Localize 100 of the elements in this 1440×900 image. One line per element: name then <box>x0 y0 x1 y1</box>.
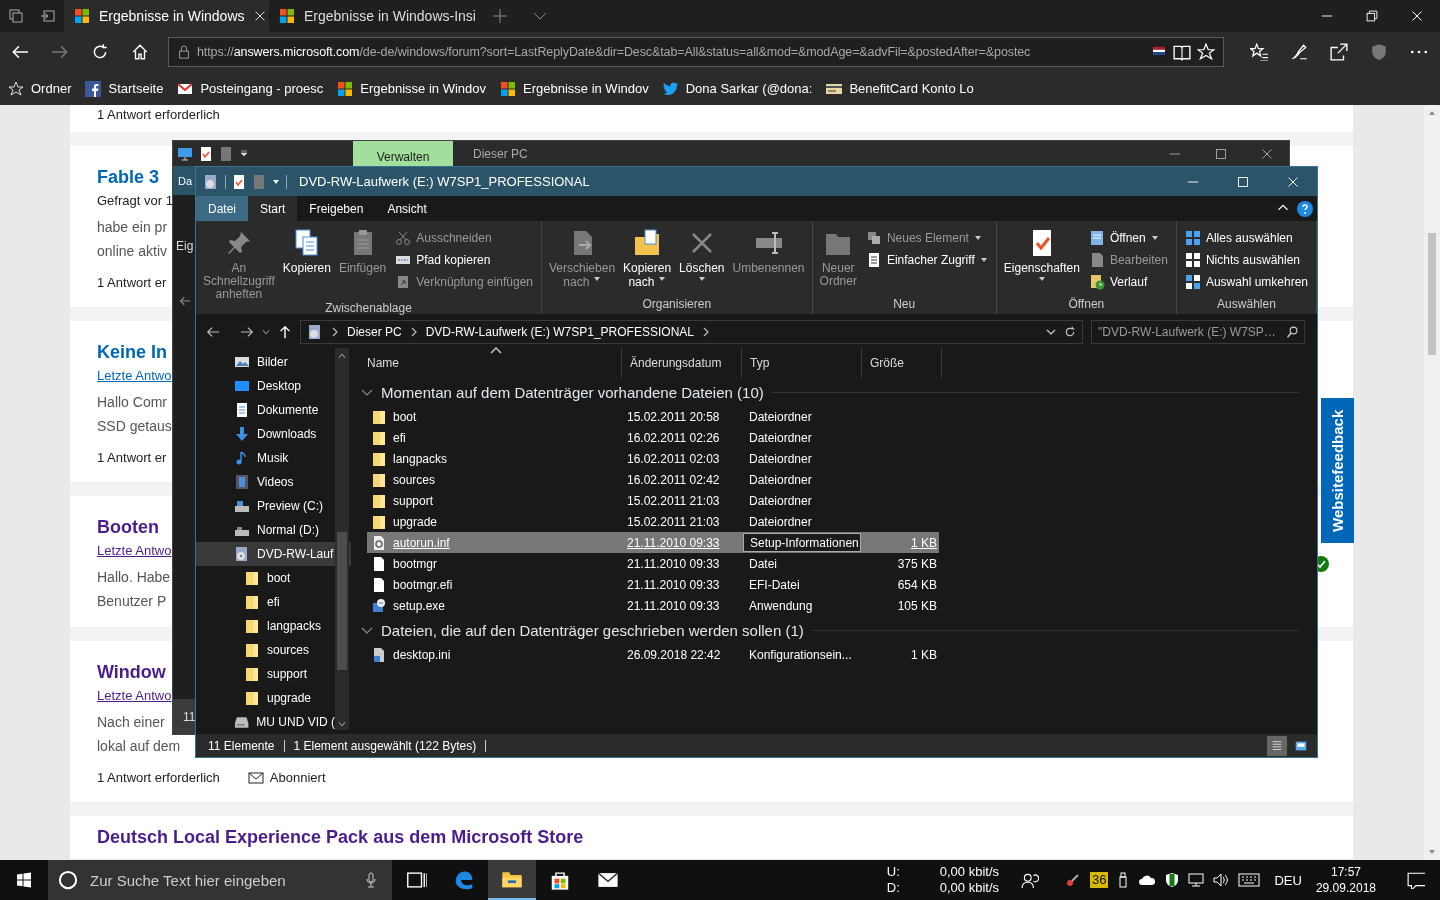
caret-icon[interactable] <box>1037 275 1046 283</box>
ribbon-tab[interactable]: Datei <box>196 196 248 221</box>
forward-icon[interactable] <box>240 325 254 339</box>
favorite-link[interactable]: Ordner <box>8 80 72 97</box>
home-icon[interactable] <box>131 43 149 61</box>
file-row[interactable]: langpacks 16.02.2011 02:03 Dateiordner <box>367 448 939 469</box>
notification-icon[interactable] <box>1407 871 1425 889</box>
scrollbar-thumb[interactable] <box>337 532 347 670</box>
nav-item[interactable]: Dokumente <box>196 398 335 422</box>
volume-icon[interactable] <box>1213 872 1230 888</box>
people-icon[interactable] <box>1021 871 1039 889</box>
ribbon-tab[interactable]: Start <box>248 196 298 221</box>
ribbon-tab[interactable]: Da <box>173 166 196 195</box>
file-row[interactable]: setup.exe 21.11.2010 09:33 Anwendung 105 KB <box>367 595 939 616</box>
nav-item[interactable]: sources <box>196 638 335 662</box>
microphone-icon[interactable] <box>364 872 378 888</box>
scrollbar[interactable] <box>1424 105 1440 860</box>
ribbon-button[interactable]: Kopieren <box>279 227 334 301</box>
nav-item[interactable]: Videos <box>196 470 335 494</box>
ribbon-tab[interactable]: Ansicht <box>375 196 439 221</box>
browser-tab[interactable]: Ergebnisse in Windows <box>64 0 269 32</box>
nav-item[interactable]: Bilder <box>196 350 335 374</box>
nav-item[interactable]: Desktop <box>196 374 335 398</box>
question-title-link[interactable]: Deutsch Local Experience Pack aus dem Microsoft Store <box>97 825 584 849</box>
ribbon-button[interactable]: Nichts auswählen <box>1184 252 1308 268</box>
search-icon[interactable] <box>1286 326 1298 338</box>
file-row[interactable]: efi 16.02.2011 02:26 Dateiordner <box>367 427 939 448</box>
back-icon[interactable] <box>11 43 29 61</box>
ribbon-button[interactable]: Einfacher Zugriff <box>865 252 988 268</box>
scroll-down-icon[interactable] <box>338 720 346 728</box>
breadcrumb-item[interactable]: Dieser PC <box>347 325 402 339</box>
favorite-link[interactable]: Ergebnisse in Windov <box>337 80 486 97</box>
taskbar-app[interactable] <box>488 860 536 900</box>
caret-icon[interactable] <box>1150 234 1159 242</box>
browser-tab[interactable]: Ergebnisse in Windows-Insi <box>269 0 474 32</box>
scroll-up-icon[interactable] <box>1428 109 1436 117</box>
question-title-link[interactable]: Fable 3 <box>97 165 160 189</box>
feedback-tab[interactable]: Websitefeedback <box>1321 398 1354 543</box>
column-header[interactable]: Name <box>359 348 622 378</box>
search-field[interactable]: "DVD-RW-Laufwerk (E:) W7SP… <box>1091 320 1305 344</box>
maximize-icon[interactable] <box>1215 147 1227 160</box>
file-row[interactable]: support 15.02.2011 21:03 Dateiordner <box>367 490 939 511</box>
reading-view-icon[interactable] <box>1173 43 1191 61</box>
nav-item[interactable]: Downloads <box>196 422 335 446</box>
caret-icon[interactable] <box>697 275 706 283</box>
ribbon-button[interactable]: Löschen <box>676 227 728 297</box>
ribbon-button[interactable]: Alles auswählen <box>1184 230 1308 246</box>
clock[interactable]: 17:57 29.09.2018 <box>1315 864 1376 896</box>
file-row[interactable]: bootmgr 21.11.2010 09:33 Datei 375 KB <box>367 553 939 574</box>
column-header[interactable]: Größe <box>862 348 942 378</box>
nav-item[interactable]: Preview (C:) <box>196 494 335 518</box>
view-toggle-button[interactable] <box>1267 735 1287 756</box>
ribbon-tab[interactable]: Freigeben <box>297 196 376 221</box>
tray-badge[interactable]: 36 <box>1090 872 1109 888</box>
file-row[interactable]: sources 16.02.2011 02:42 Dateiordner <box>367 469 939 490</box>
file-row[interactable]: desktop.ini 26.09.2018 22:42 Konfigurationsein... 1 KB <box>367 644 939 665</box>
question-title-link[interactable]: Keine In <box>97 340 167 364</box>
network-icon[interactable] <box>1188 872 1205 888</box>
group-header[interactable]: Dateien, die auf den Datenträger geschrieben werden sollen (1) <box>359 616 1305 644</box>
nav-item[interactable]: DVD-RW-Lauf <box>196 542 351 566</box>
scroll-up-icon[interactable] <box>338 352 346 360</box>
back-icon[interactable] <box>206 325 220 339</box>
favorite-link[interactable]: BenefitCard Konto Lo <box>826 80 974 97</box>
refresh-icon[interactable] <box>1064 326 1076 338</box>
favorites-hub-icon[interactable] <box>1250 43 1268 61</box>
share-icon[interactable] <box>1330 43 1348 61</box>
scrollbar[interactable] <box>335 348 349 730</box>
dropdown-icon[interactable] <box>1046 327 1056 337</box>
pen-icon[interactable] <box>1290 43 1308 61</box>
address-field[interactable]: https://answers.microsoft.com/de-de/windows/forum?sort=LastReplyDate&dir=Desc&tab=All&status=all&mod=&modAge=&advFil=&postedAfter=&postec <box>168 37 1224 67</box>
file-row[interactable]: upgrade 15.02.2011 21:03 Dateiordner <box>367 511 939 532</box>
caret-icon[interactable] <box>657 275 666 283</box>
last-reply-link[interactable]: Letzte Antwo <box>97 539 172 563</box>
app-tray-icon[interactable] <box>1065 872 1081 888</box>
shield-icon[interactable] <box>1165 872 1180 888</box>
restore-icon[interactable] <box>1366 10 1378 22</box>
flag-icon[interactable] <box>1151 46 1167 58</box>
star-icon[interactable] <box>1197 43 1215 61</box>
address-bar[interactable]: Dieser PC DVD-RW-Laufwerk (E:) W7SP1_PROFESSIONAL <box>300 320 1083 344</box>
ribbon-button[interactable]: Eig <box>173 239 196 253</box>
favorite-link[interactable]: Dona Sarkar (@dona: <box>662 80 813 97</box>
ribbon-button[interactable]: Eigenschaften <box>1000 227 1083 297</box>
nav-item[interactable]: Musik <box>196 446 335 470</box>
nav-item[interactable]: support <box>196 662 335 686</box>
tabs-icon[interactable] <box>8 8 24 24</box>
ribbon-button[interactable]: Pfad kopieren <box>395 252 533 268</box>
caret-icon[interactable] <box>979 256 988 264</box>
breadcrumb-item[interactable]: DVD-RW-Laufwerk (E:) W7SP1_PROFESSIONAL <box>425 325 694 339</box>
favorite-link[interactable]: Startseite <box>85 80 164 97</box>
column-header[interactable]: Änderungsdatum <box>622 348 742 378</box>
refresh-icon[interactable] <box>91 43 109 61</box>
keyboard-icon[interactable] <box>1238 873 1261 887</box>
ribbon-button[interactable]: Verlauf <box>1088 274 1168 290</box>
favorite-link[interactable]: Ergebnisse in Windov <box>500 80 649 97</box>
ribbon-button[interactable]: Öffnen <box>1088 230 1168 246</box>
file-row[interactable]: autorun.inf 21.11.2010 09:33 Setup-Informationen 1 KB <box>367 532 939 553</box>
nav-item[interactable]: boot <box>196 566 335 590</box>
last-reply-link[interactable]: Letzte Antwo <box>97 364 172 388</box>
language-indicator[interactable]: DEU <box>1274 872 1302 888</box>
nav-item[interactable]: langpacks <box>196 614 335 638</box>
